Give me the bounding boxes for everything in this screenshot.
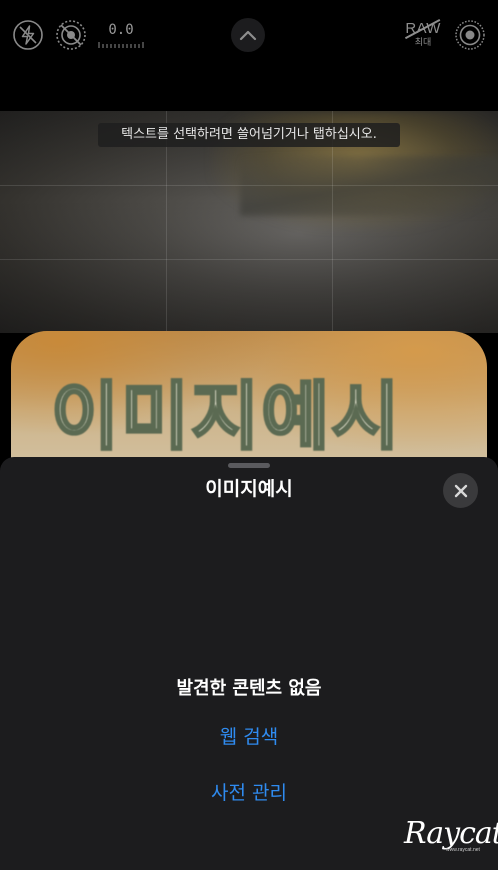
exposure-value: 0.0 xyxy=(108,21,134,38)
raw-toggle[interactable]: RAW 최대 xyxy=(402,18,444,50)
exposure-control[interactable]: 0.0 xyxy=(97,20,145,50)
text-selection-hint: 텍스트를 선택하려면 쓸어넘기거나 탭하십시오. xyxy=(98,123,400,147)
close-icon xyxy=(454,484,467,497)
chevron-up-icon[interactable] xyxy=(231,18,265,52)
live-settings-icon[interactable] xyxy=(453,18,487,52)
raw-sub-label: 최대 xyxy=(414,38,432,48)
sheet-title: 이미지예시 xyxy=(205,478,293,500)
camera-toolbar: 0.0 RAW 최대 xyxy=(0,0,498,111)
live-photo-off-icon[interactable] xyxy=(55,19,87,51)
close-button[interactable] xyxy=(443,473,478,508)
flash-off-icon[interactable] xyxy=(12,19,44,51)
web-search-link[interactable]: 웹 검색 xyxy=(0,724,498,750)
no-content-message: 발견한 콘텐츠 없음 xyxy=(176,678,322,699)
lookup-sheet: 이미지예시 발견한 콘텐츠 없음 웹 검색 사전 관리 xyxy=(0,457,498,870)
raw-label: RAW xyxy=(405,18,441,39)
grid-line xyxy=(0,259,498,260)
camera-viewfinder[interactable]: 텍스트를 선택하려면 쓸어넘기거나 탭하십시오. xyxy=(0,111,498,333)
raycat-watermark: Raycat www.raycat.net xyxy=(404,816,498,860)
watermark-url: www.raycat.net xyxy=(446,847,480,853)
viewfinder-band xyxy=(240,156,498,216)
grid-line xyxy=(0,185,498,186)
sheet-grabber[interactable] xyxy=(228,463,270,468)
captured-text: 이미지예시 xyxy=(50,373,402,462)
manage-dictionary-link[interactable]: 사전 관리 xyxy=(0,780,498,806)
exposure-scale-icon xyxy=(98,41,144,48)
